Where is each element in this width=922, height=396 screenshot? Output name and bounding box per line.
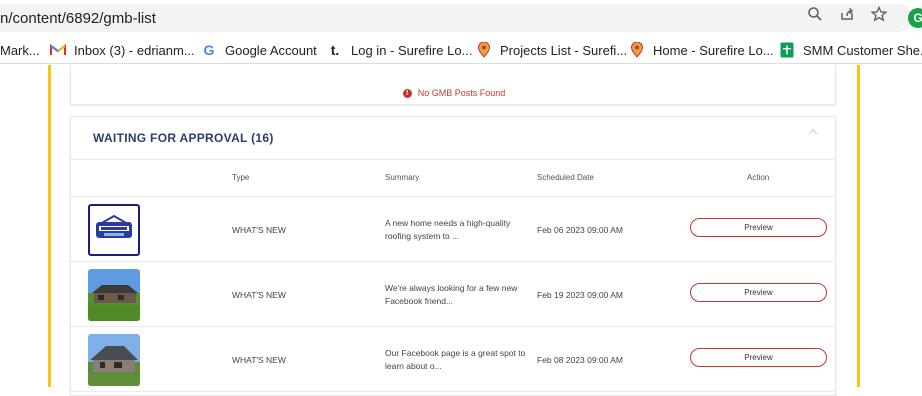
post-summary: A new home needs a high-quality roofing … [385, 218, 511, 241]
address-bar[interactable]: n/content/6892/gmb-list [0, 4, 912, 32]
bookmarks-bar: Mark... Inbox (3) - edrianm... G Google … [0, 36, 922, 64]
preview-button[interactable]: Preview [690, 218, 827, 237]
google-icon: G [203, 42, 215, 58]
post-type: WHAT'S NEW [232, 225, 286, 235]
bookmark-item[interactable]: SMM Customer She... [779, 41, 922, 59]
post-thumbnail [88, 269, 140, 321]
preview-button[interactable]: Preview [690, 348, 827, 367]
panel-title: WAITING FOR APPROVAL (16) [93, 131, 274, 145]
post-summary: Our Facebook page is a great spot to lea… [385, 348, 526, 371]
error-icon: ! [402, 88, 412, 98]
bookmark-star-icon[interactable] [870, 5, 888, 23]
extension-icon[interactable]: G [908, 8, 922, 28]
bookmark-item[interactable]: t. Log in - Surefire Lo... [327, 41, 473, 59]
chevron-up-icon[interactable] [808, 127, 818, 137]
bookmark-label: SMM Customer She... [803, 42, 922, 58]
post-summary: We're always looking for a few new Faceb… [385, 283, 518, 306]
preview-button[interactable]: Preview [690, 283, 827, 302]
bookmark-label: Projects List - Surefi... [500, 42, 628, 58]
waiting-approval-panel: WAITING FOR APPROVAL (16) Type Summary S… [70, 116, 836, 396]
page-content: ! No GMB Posts Found WAITING FOR APPROVA… [0, 65, 922, 396]
bookmark-item[interactable]: Home - Surefire Lo... [629, 41, 774, 59]
post-type: WHAT'S NEW [232, 355, 286, 365]
t-icon: t. [330, 42, 340, 58]
column-header-type: Type [232, 173, 250, 182]
post-thumbnail [88, 334, 140, 386]
location-pin-icon [629, 42, 645, 58]
browser-toolbar: n/content/6892/gmb-list G [0, 0, 922, 36]
table-row: WHAT'S NEW A new home needs a high-quali… [71, 197, 835, 262]
zoom-icon[interactable] [806, 5, 824, 23]
column-header-summary: Summary [385, 173, 420, 182]
post-type: WHAT'S NEW [232, 290, 286, 300]
bookmark-label: Log in - Surefire Lo... [351, 42, 473, 58]
table-header: Type Summary Scheduled Date Action [71, 160, 835, 197]
url-text[interactable]: n/content/6892/gmb-list [0, 10, 156, 27]
bookmark-item[interactable]: Mark... [0, 41, 40, 59]
table-row: WHAT'S NEW Our Facebook page is a great … [71, 327, 835, 392]
panel-header[interactable]: WAITING FOR APPROVAL (16) [71, 117, 835, 160]
column-header-action: Action [747, 173, 770, 182]
column-header-scheduled-date: Scheduled Date [537, 173, 594, 182]
right-accent-border [857, 65, 860, 387]
gmail-icon [50, 42, 66, 58]
bookmark-item[interactable]: G Google Account [201, 41, 317, 59]
bookmark-label: Home - Surefire Lo... [653, 42, 774, 58]
scheduled-date: Feb 08 2023 09:00 AM [537, 355, 624, 365]
bookmark-item[interactable]: Inbox (3) - edrianm... [50, 41, 195, 59]
scheduled-date: Feb 19 2023 09:00 AM [537, 290, 624, 300]
bookmark-label: Inbox (3) - edrianm... [74, 42, 195, 58]
scheduled-date: Feb 06 2023 09:00 AM [537, 225, 624, 235]
empty-message: No GMB Posts Found [417, 88, 506, 98]
bookmark-label: Mark... [0, 42, 40, 58]
share-icon[interactable] [838, 5, 856, 23]
sheets-icon [779, 42, 795, 58]
bookmark-item[interactable]: Projects List - Surefi... [476, 41, 627, 59]
posted-panel: ! No GMB Posts Found [70, 65, 836, 105]
left-accent-border [48, 65, 51, 387]
post-thumbnail [88, 204, 140, 256]
bookmark-label: Google Account [225, 42, 317, 58]
location-pin-icon [476, 42, 492, 58]
empty-state: ! No GMB Posts Found [71, 88, 837, 98]
table-row: WHAT'S NEW We're always looking for a fe… [71, 262, 835, 327]
